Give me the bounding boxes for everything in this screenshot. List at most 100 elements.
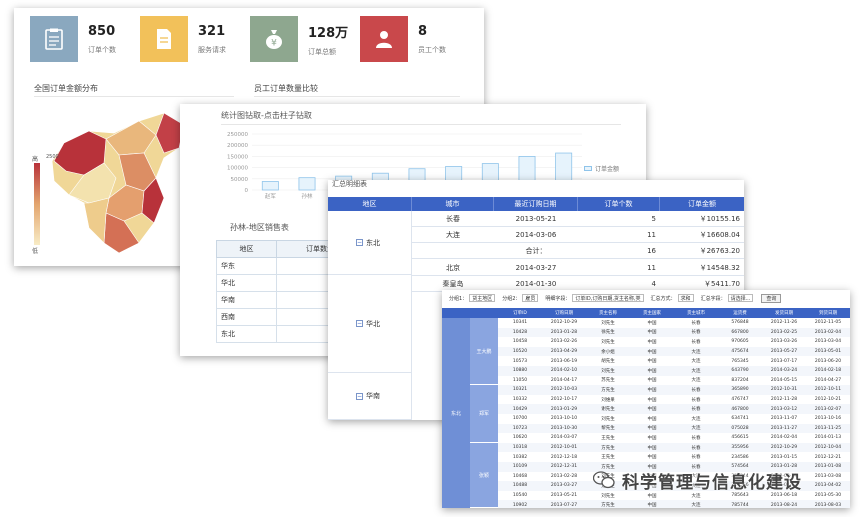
map-title: 全国订单金额分布 <box>34 84 98 93</box>
filter-group2[interactable]: 分组2： 雇员 <box>502 294 539 302</box>
header-customer[interactable]: 货主名称 <box>586 308 630 318</box>
filter-select[interactable]: 求和 <box>677 294 694 302</box>
table-cell: 长春 <box>691 445 701 451</box>
table-row[interactable]: 10880 2014-02-10 刘先生 中国 大连 643790 2014-03-24 20… <box>498 366 850 376</box>
table-row[interactable]: 大连 2014-03-06 11 ￥16608.04 <box>412 227 744 243</box>
table-row[interactable]: 10341 2012-10-29 刘先生 中国 长春 576848 2012-11-26 20… <box>498 318 850 328</box>
table-cell: 2013-03-26 <box>770 339 798 345</box>
table-cell: 2012-10-04 <box>814 445 842 451</box>
table-cell: 方先生 <box>601 387 615 393</box>
table-cell: 2013-05-30 <box>814 493 842 499</box>
table-cell: 2013-08-03 <box>814 502 842 508</box>
header-city[interactable]: 城市 <box>412 197 494 211</box>
table-cell: 大连 <box>691 359 701 365</box>
header-region[interactable]: 地区 <box>216 240 277 258</box>
bar[interactable] <box>261 181 279 191</box>
table-row[interactable]: 10332 2012-10-17 刘维果 中国 长春 476747 2012-11-28 20… <box>498 395 850 405</box>
region-group[interactable]: − 华北 <box>328 275 412 373</box>
table-row[interactable]: 10620 2014-03-07 王先生 中国 长春 456615 2014-02-04 20… <box>498 433 850 443</box>
table-row[interactable]: 10573 2013-06-19 胡先生 中国 大连 765345 2013-07-17 20… <box>498 356 850 366</box>
chart-title: 统计图钻取-点击柱子钻取 <box>221 111 312 120</box>
collapse-icon[interactable]: − <box>356 392 363 400</box>
region-group[interactable]: − 东北 <box>328 211 412 275</box>
header-city[interactable]: 货主城市 <box>674 308 718 318</box>
header-country[interactable]: 货主国家 <box>630 308 674 318</box>
stat-label: 服务请求 <box>198 45 226 54</box>
filter-select[interactable]: 订单ID,订购日期,货主名称,类 <box>572 294 644 302</box>
table-cell: 中国 <box>647 397 657 403</box>
collapse-icon[interactable]: − <box>356 320 363 327</box>
filter-detail-fields[interactable]: 明细字段： 订单ID,订购日期,货主名称,类 <box>545 294 644 302</box>
query-button[interactable]: 查询 <box>761 293 782 303</box>
table-row[interactable]: 10318 2012-10-01 方先生 中国 长春 355956 2012-10-29 20… <box>498 442 850 453</box>
table-cell: 10458 <box>512 339 528 345</box>
table-row[interactable]: 10723 2013-10-30 黎先生 中国 大连 075028 2013-11-27 20… <box>498 423 850 434</box>
stat-employees[interactable]: 8 员工个数 <box>360 16 470 62</box>
table-cell: 2013-03-12 <box>770 406 798 412</box>
header-amount[interactable]: 订单金额 <box>660 197 744 211</box>
legend-gradient <box>34 163 40 245</box>
filter-label: 分组2： <box>502 295 521 302</box>
stat-value: 850 <box>88 23 116 39</box>
header-date[interactable]: 最近订购日期 <box>494 197 578 211</box>
header-region[interactable]: 地区 <box>328 197 412 211</box>
summary-title: 汇总明细表 <box>332 180 367 188</box>
table-cell: 中国 <box>647 455 657 461</box>
table-cell: 2013-11-27 <box>770 425 798 431</box>
table-row[interactable]: 10700 2013-10-10 刘先生 中国 大连 634741 2013-11-07 20… <box>498 414 850 424</box>
cell-city <box>412 243 494 258</box>
table-cell: 长春 <box>691 455 701 461</box>
filter-label: 汇总方式： <box>650 295 676 302</box>
stat-label: 订单总额 <box>308 47 336 56</box>
filter-agg-field[interactable]: 汇总字段： 请选择... <box>701 294 754 302</box>
filter-agg-method[interactable]: 汇总方式： 求和 <box>651 294 694 302</box>
cell-city: 大连 <box>446 230 460 239</box>
header-ship-date[interactable]: 发货日期 <box>762 308 806 318</box>
china-map[interactable] <box>44 103 194 263</box>
cell-count: 5 <box>651 214 656 223</box>
header-order-id[interactable]: 订单ID <box>498 308 542 318</box>
header-arrive-date[interactable]: 到货日期 <box>806 308 850 318</box>
table-row[interactable]: 10902 2013-07-27 方先生 中国 大连 785744 2013-08-24 20… <box>498 500 850 508</box>
cell-region: 华北 <box>216 274 277 292</box>
filter-group1[interactable]: 分组1： 货主地区 <box>449 294 496 302</box>
legend-high-label: 高 <box>32 156 39 163</box>
filter-label: 分组1： <box>449 295 468 302</box>
stat-value: 128万 <box>308 25 349 41</box>
cell-region: 华东 <box>216 257 277 275</box>
table-cell: 10723 <box>512 425 528 431</box>
filter-select[interactable]: 货主地区 <box>469 294 496 302</box>
header-order-date[interactable]: 订购日期 <box>542 308 586 318</box>
table-row[interactable]: 北京 2014-03-27 11 ￥14548.32 <box>412 260 744 276</box>
stat-orders[interactable]: 850 订单个数 <box>30 16 140 62</box>
filter-select[interactable]: 雇员 <box>522 294 539 302</box>
region-group[interactable]: − 华南 <box>328 373 412 420</box>
bar[interactable] <box>298 177 316 191</box>
header-freight[interactable]: 运货费 <box>718 308 762 318</box>
stat-requests[interactable]: 321 服务请求 <box>140 16 250 62</box>
table-cell: 10620 <box>512 435 528 441</box>
table-row[interactable]: 10458 2013-02-26 刘先生 中国 长春 970605 2013-03-26 20… <box>498 337 850 347</box>
table-cell: 467800 <box>731 406 749 412</box>
table-row[interactable]: 10321 2012-10-03 方先生 中国 长春 365890 2012-10-31 20… <box>498 385 850 395</box>
filter-select[interactable]: 请选择... <box>727 294 754 302</box>
table-cell: 中国 <box>647 378 657 384</box>
table-cell: 中国 <box>647 330 657 336</box>
table-cell: 中国 <box>647 368 657 374</box>
cell-date: 2014-03-27 <box>515 263 557 272</box>
table-row[interactable]: 11050 2014-04-17 苏先生 中国 大连 837204 2014-05-15 20… <box>498 376 850 386</box>
stat-amount[interactable]: ¥ 128万 订单总额 <box>250 16 360 62</box>
table-row[interactable]: 10382 2012-12-18 王先生 中国 长春 234586 2013-01-15 20… <box>498 452 850 462</box>
table-row[interactable]: 10429 2013-01-29 谢先生 中国 长春 467800 2013-03-12 20… <box>498 404 850 414</box>
table-row[interactable]: 长春 2013-05-21 5 ￥10155.16 <box>412 211 744 227</box>
table-cell: 2012-10-21 <box>814 397 842 403</box>
table-cell: 475674 <box>731 349 749 355</box>
legend-swatch <box>584 166 592 171</box>
table-row[interactable]: 10520 2013-04-29 余小姐 中国 大连 475674 2013-05-27 20… <box>498 346 850 357</box>
collapse-icon[interactable]: − <box>356 239 363 246</box>
header-count[interactable]: 订单个数 <box>578 197 660 211</box>
table-row[interactable]: 10428 2013-01-28 徐先生 中国 长春 667800 2013-02-25 20… <box>498 327 850 338</box>
table-cell: 10573 <box>512 358 528 364</box>
cell-region: 华南 <box>216 291 277 309</box>
table-cell: 355956 <box>731 445 749 451</box>
